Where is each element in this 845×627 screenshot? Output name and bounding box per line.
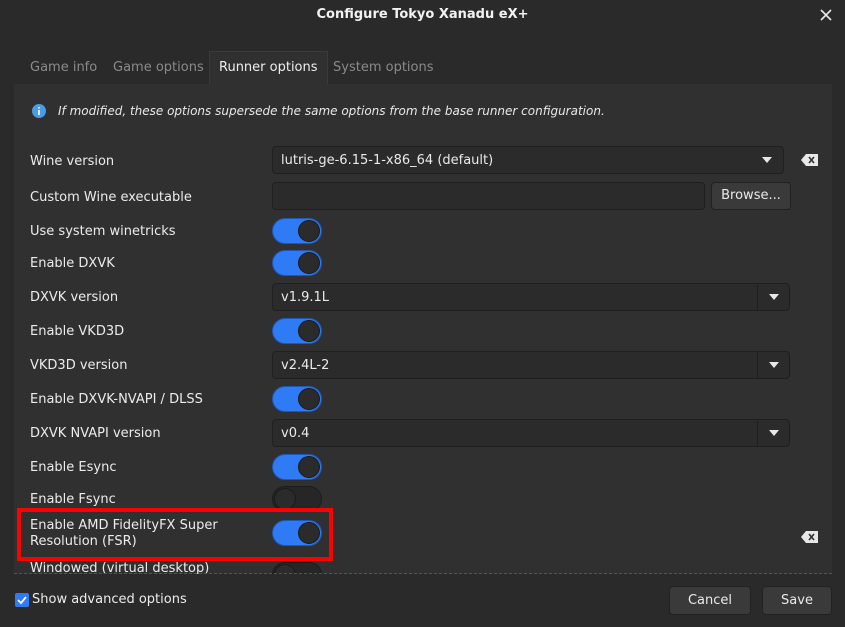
window-title: Configure Tokyo Xanadu eX+ [316,7,529,22]
close-icon [820,9,832,21]
tab-game-info[interactable]: Game info [21,51,106,84]
system-winetricks-label: Use system winetricks [30,224,176,239]
scroll-edge-divider [14,573,832,574]
enable-dxvk-switch[interactable] [272,250,322,276]
info-text: If modified, these options supersede the… [58,104,605,118]
tab-runner-options[interactable]: Runner options [209,51,328,84]
dxvk-version-dropdown[interactable] [757,284,789,310]
switch-knob [274,488,296,510]
enable-esync-switch[interactable] [272,454,322,480]
chevron-down-icon [768,294,779,300]
enable-dxvk-label: Enable DXVK [30,256,115,271]
enable-dxvk-nvapi-switch[interactable] [272,386,322,412]
enable-vkd3d-switch[interactable] [272,318,322,344]
dxvk-nvapi-version-select[interactable]: v0.4 [272,419,790,447]
tab-game-options[interactable]: Game options [104,51,213,84]
wine-version-select[interactable]: lutris-ge-6.15-1-x86_64 (default) [272,146,784,174]
enable-fsr-reset[interactable] [800,530,818,544]
checkmark-icon [17,596,27,605]
switch-knob [298,388,320,410]
enable-fsync-label: Enable Fsync [30,492,116,507]
dialog-footer: Show advanced options Cancel Save [0,575,845,627]
show-advanced-checkbox[interactable] [15,593,29,607]
dxvk-nvapi-version-value: v0.4 [281,426,310,441]
save-button[interactable]: Save [762,586,832,615]
dxvk-version-select[interactable]: v1.9.1L [272,283,790,311]
wine-version-label: Wine version [30,154,115,169]
switch-knob [298,320,320,342]
dxvk-nvapi-version-dropdown[interactable] [757,420,789,446]
clear-icon [800,531,818,543]
vkd3d-version-dropdown[interactable] [757,352,789,378]
chevron-down-icon [768,430,779,436]
enable-esync-label: Enable Esync [30,460,117,475]
switch-knob [298,220,320,242]
custom-wine-label: Custom Wine executable [30,190,192,205]
wine-version-dropdown[interactable] [751,147,783,173]
cancel-button[interactable]: Cancel [669,586,751,615]
dxvk-version-value: v1.9.1L [281,290,330,305]
info-message: If modified, these options supersede the… [32,101,605,121]
tab-bar: Game info Game options Runner options Sy… [14,51,832,84]
chevron-down-icon [768,362,779,368]
wine-version-value: lutris-ge-6.15-1-x86_64 (default) [281,153,494,168]
vkd3d-version-select[interactable]: v2.4L-2 [272,351,790,379]
enable-dxvk-nvapi-label: Enable DXVK-NVAPI / DLSS [30,392,203,407]
wine-version-reset[interactable] [800,153,818,167]
show-advanced-label[interactable]: Show advanced options [32,592,187,607]
close-button[interactable] [815,4,837,26]
switch-knob [298,252,320,274]
title-bar: Configure Tokyo Xanadu eX+ [0,0,845,30]
enable-vkd3d-label: Enable VKD3D [30,324,125,339]
info-icon [32,104,46,118]
dxvk-nvapi-version-label: DXVK NVAPI version [30,426,161,441]
highlight-box [17,508,333,561]
custom-wine-input[interactable] [272,182,705,210]
browse-button[interactable]: Browse... [711,182,791,210]
vkd3d-version-value: v2.4L-2 [281,358,330,373]
clear-icon [800,154,818,166]
chevron-down-icon [762,157,772,163]
dxvk-version-label: DXVK version [30,290,119,305]
tab-system-options[interactable]: System options [324,51,443,84]
system-winetricks-switch[interactable] [272,218,322,244]
vkd3d-version-label: VKD3D version [30,358,128,373]
runner-options-panel: If modified, these options supersede the… [14,84,832,574]
switch-knob [298,456,320,478]
